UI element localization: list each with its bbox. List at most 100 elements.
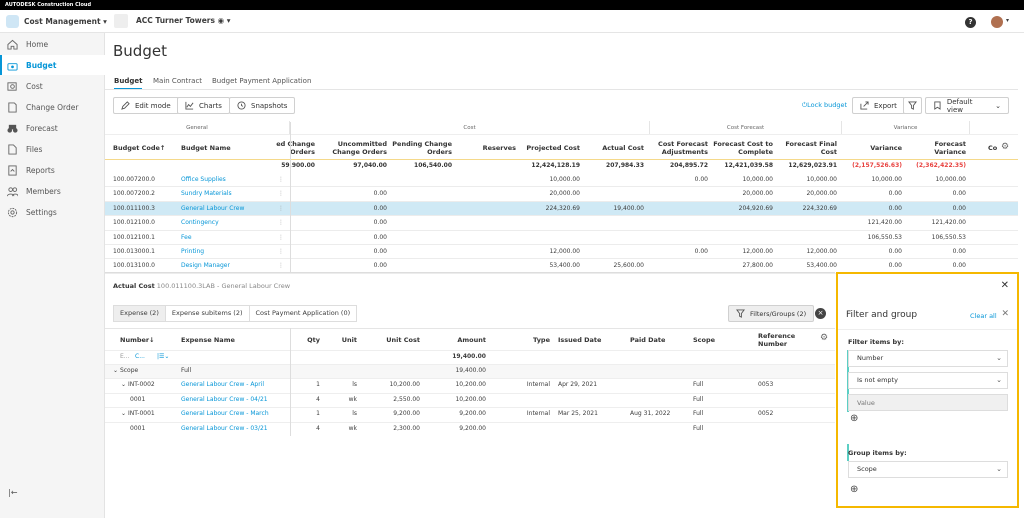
filters-groups-button[interactable]: Filters/Groups (2) (728, 305, 815, 322)
close-icon[interactable]: ✕ (1001, 309, 1009, 319)
expense-number[interactable]: ⌄ INT-0002 (121, 378, 176, 392)
column-header[interactable]: Number ↓ (120, 331, 175, 349)
column-header[interactable]: Projected Cost (520, 139, 580, 157)
chevron-down-icon[interactable]: ⌄ (121, 410, 128, 417)
sidebar-item-budget[interactable]: Budget (0, 55, 105, 75)
filter-value-input[interactable] (848, 394, 1008, 411)
chevron-down-icon[interactable]: ⌄ (121, 381, 128, 388)
column-header[interactable]: Forecast Cost to Complete (712, 139, 773, 157)
expense-name-link[interactable]: General Labour Crew - April (181, 378, 286, 392)
tab-main-contract[interactable]: Main Contract (153, 77, 202, 85)
expense-name-link[interactable]: General Labour Crew - 03/21 (181, 422, 286, 436)
budget-name-link[interactable]: Sundry Materials (181, 187, 276, 201)
column-header[interactable]: Uncommitted Change Orders (325, 139, 387, 157)
gear-icon[interactable]: ⚙ (1001, 142, 1009, 152)
filter-chip[interactable]: C... (135, 350, 155, 364)
view-select[interactable]: Default view ⌄ (925, 97, 1009, 114)
tab-budget-payment-application[interactable]: Budget Payment Application (212, 77, 311, 85)
sidebar-item-forecast[interactable]: Forecast (0, 118, 105, 138)
export-button[interactable]: Export (852, 97, 905, 114)
column-header[interactable]: Co (988, 139, 1002, 157)
value-cell: 12,000.00 (549, 248, 580, 255)
filter-operator-select[interactable]: Is not empty ⌄ (848, 372, 1008, 389)
column-header-label: Budget Code (113, 144, 160, 152)
lock-budget-link[interactable]: ⏻Lock budget (802, 101, 847, 110)
filter-button[interactable] (903, 97, 922, 114)
column-header[interactable]: Forecast Variance (905, 139, 966, 157)
expense-number[interactable]: ⌄ INT-0001 (121, 407, 176, 421)
row-menu-icon[interactable]: ⋮ (278, 173, 284, 187)
tab-expense[interactable]: Expense (2) (114, 306, 166, 321)
sidebar-item-members[interactable]: Members (0, 181, 105, 201)
gear-icon[interactable]: ⚙ (820, 333, 828, 343)
column-header[interactable]: Reference Number (758, 331, 808, 349)
row-menu-icon[interactable]: ⋮ (278, 231, 284, 245)
column-header[interactable]: Actual Cost (590, 139, 644, 157)
tab-cost-payment-application[interactable]: Cost Payment Application (0) (250, 306, 357, 321)
sidebar-item-settings[interactable]: Settings (0, 202, 105, 222)
filter-field-select[interactable]: Number ⌄ (848, 350, 1008, 367)
charts-button[interactable]: Charts (177, 97, 230, 114)
value-cell: 10,000.00 (549, 176, 580, 183)
budget-name-link[interactable]: Fee (181, 231, 276, 245)
column-header[interactable]: Unit (330, 331, 357, 349)
sidebar-item-files[interactable]: Files (0, 139, 105, 159)
sort-asc-icon[interactable]: ↑ (160, 144, 165, 152)
help-icon[interactable]: ? (965, 17, 976, 28)
project-switcher[interactable]: ACC Turner Towers ◉ ▾ (136, 16, 230, 25)
group-toggle-icon[interactable]: |☰⌄ (157, 350, 177, 364)
app-switcher[interactable]: Cost Management ▾ (24, 17, 107, 26)
column-header[interactable]: Qty (295, 331, 320, 349)
budget-name-link[interactable]: Contingency (181, 216, 276, 230)
sidebar-item-cost[interactable]: Cost (0, 76, 105, 96)
row-menu-icon[interactable]: ⋮ (278, 216, 284, 230)
column-header[interactable]: Amount (430, 331, 486, 349)
group-label[interactable]: ⌄ Scope (113, 364, 173, 378)
clear-all-link[interactable]: Clear all (970, 312, 997, 320)
row-menu-icon[interactable]: ⋮ (278, 202, 284, 216)
column-header[interactable]: Variance (848, 139, 902, 157)
sidebar-item-change-order[interactable]: Change Order (0, 97, 105, 117)
splitter[interactable] (105, 272, 835, 273)
collapse-sidebar-icon[interactable]: |← (8, 488, 17, 497)
add-group-icon[interactable]: ⊕ (850, 484, 858, 495)
budget-name-link[interactable]: Office Supplies (181, 173, 276, 187)
actual-cost-label: Actual Cost (113, 282, 155, 290)
close-icon[interactable]: ✕ (1001, 280, 1009, 291)
chevron-down-icon[interactable]: ▾ (1006, 17, 1009, 24)
column-header[interactable]: Unit Cost (365, 331, 420, 349)
avatar[interactable] (991, 16, 1003, 28)
column-header[interactable]: Scope (693, 331, 743, 349)
budget-name-link[interactable]: General Labour Crew (181, 202, 276, 216)
column-header[interactable]: Issued Date (558, 331, 623, 349)
column-header[interactable]: Type (500, 331, 550, 349)
column-header-label: Uncommitted Change Orders (332, 140, 387, 156)
snapshots-button[interactable]: Snapshots (229, 97, 296, 114)
expense-number[interactable]: 0001 (130, 393, 185, 407)
expense-name-link[interactable]: General Labour Crew - 04/21 (181, 393, 286, 407)
sort-desc-icon[interactable]: ↓ (149, 336, 154, 344)
column-header[interactable]: Cost Forecast Adjustments (652, 139, 708, 157)
column-header[interactable]: Reserves (470, 139, 516, 157)
add-filter-icon[interactable]: ⊕ (850, 413, 858, 424)
column-header[interactable]: Budget Code ↑ (113, 139, 178, 157)
expense-name-link[interactable]: General Labour Crew - March (181, 407, 286, 421)
expense-number[interactable]: 0001 (130, 422, 185, 436)
value-cell: 0.00 (952, 204, 966, 212)
column-header-label: Reference Number (758, 332, 796, 348)
column-header[interactable]: Pending Change Orders (390, 139, 452, 157)
tab-expense-subitems[interactable]: Expense subitems (2) (166, 306, 250, 321)
row-menu-icon[interactable]: ⋮ (278, 187, 284, 201)
value-cell: 0.00 (952, 248, 966, 255)
budget-name-link[interactable]: Printing (181, 245, 276, 259)
clear-filters-icon[interactable]: × (815, 308, 826, 319)
column-header[interactable]: Expense Name (181, 331, 286, 349)
group-field-select[interactable]: Scope ⌄ (848, 461, 1008, 478)
sidebar-item-home[interactable]: Home (0, 34, 105, 54)
edit-mode-button[interactable]: Edit mode (113, 97, 179, 114)
sidebar-item-reports[interactable]: Reports (0, 160, 105, 180)
row-menu-icon[interactable]: ⋮ (278, 245, 284, 259)
column-header[interactable]: Paid Date (630, 331, 690, 349)
column-header[interactable]: Budget Name (181, 139, 276, 157)
column-header[interactable]: Forecast Final Cost (778, 139, 837, 157)
